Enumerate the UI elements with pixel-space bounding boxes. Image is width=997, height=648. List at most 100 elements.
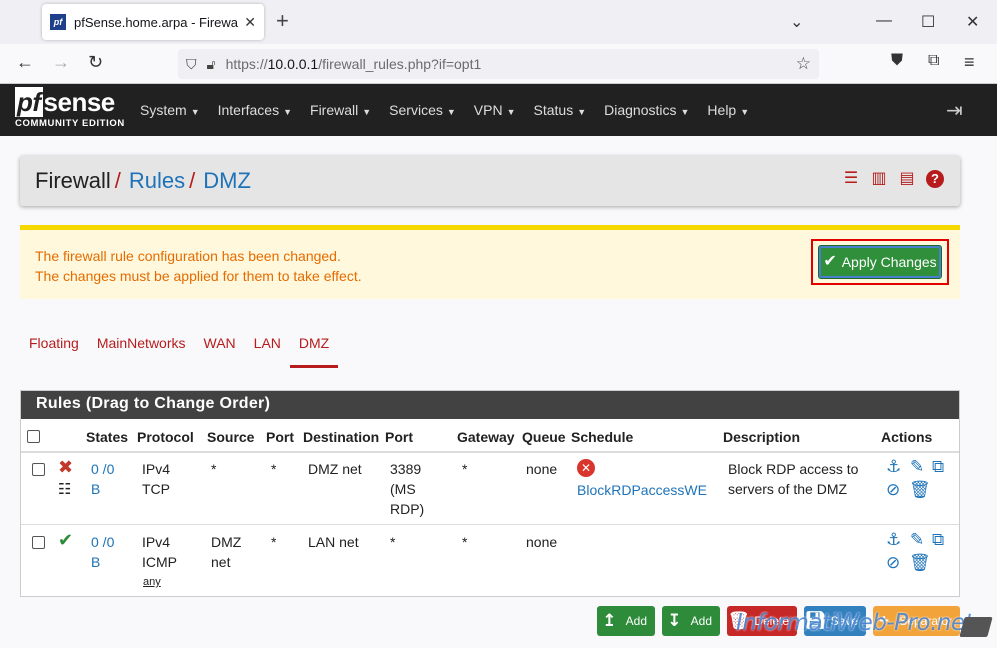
select-all-checkbox[interactable] [27, 430, 40, 443]
tab-list-chevron-icon[interactable]: ⌄ [790, 12, 803, 32]
menu-hamburger-icon[interactable]: ≡ [964, 52, 975, 73]
url-prefix: https:// [225, 56, 268, 72]
pencil-icon[interactable]: ✎ [910, 457, 924, 477]
menu-system[interactable]: System ▼ [140, 102, 200, 118]
row-2-queue: none [526, 534, 558, 550]
tab-wan[interactable]: WAN [195, 330, 245, 368]
col-source-port[interactable]: Port [266, 429, 294, 445]
row-1-dest-port-alias-2: RDP) [390, 501, 425, 517]
menu-diagnostics[interactable]: Diagnostics ▼ [604, 102, 689, 118]
row-1-checkbox[interactable] [32, 463, 45, 476]
menu-firewall[interactable]: Firewall ▼ [310, 102, 371, 118]
menu-services[interactable]: Services ▼ [389, 102, 456, 118]
col-protocol[interactable]: Protocol [137, 429, 194, 445]
block-x-icon[interactable]: ✖ [58, 457, 73, 477]
row-1-description-2: servers of the DMZ [728, 481, 848, 497]
row-2-states-bytes[interactable]: B [91, 552, 100, 572]
help-icon[interactable]: ? [926, 170, 944, 188]
row-2-dest-port: * [390, 534, 396, 550]
main-menu: System ▼ Interfaces ▼ Firewall ▼ Services ▼ … [140, 84, 767, 136]
apply-changes-button[interactable]: ✔ Apply Changes [818, 245, 942, 279]
row-1-source: * [211, 461, 217, 477]
log-list-icon: ☷ [58, 481, 72, 498]
menu-interfaces[interactable]: Interfaces ▼ [218, 102, 292, 118]
menu-status[interactable]: Status ▼ [534, 102, 587, 118]
menu-help[interactable]: Help ▼ [707, 102, 749, 118]
row-2-states[interactable]: 0 /0 [91, 532, 114, 552]
menu-vpn[interactable]: VPN ▼ [474, 102, 516, 118]
bookmark-star-icon[interactable]: ☆ [796, 54, 811, 74]
row-2-gateway: * [462, 534, 468, 550]
url-path: /firewall_rules.php?if=opt1 [318, 56, 482, 72]
config-changed-alert: The firewall rule configuration has been… [20, 225, 960, 299]
col-destination[interactable]: Destination [303, 429, 379, 445]
row-2-source-port: * [271, 534, 277, 550]
apply-highlight: ✔ Apply Changes [811, 239, 949, 285]
col-source[interactable]: Source [207, 429, 254, 445]
pencil-icon[interactable]: ✎ [910, 530, 924, 550]
anchor-icon[interactable]: ⚓ [886, 530, 901, 550]
row-1-dest-port-alias: (MS [390, 481, 416, 497]
pfsense-navbar: pf sense COMMUNITY EDITION System ▼ Interf… [0, 84, 997, 136]
pfsense-logo[interactable]: pf sense COMMUNITY EDITION [15, 87, 125, 129]
tab-lan[interactable]: LAN [245, 330, 290, 368]
shield-icon[interactable]: ⛉ [186, 56, 197, 73]
copy-icon[interactable]: ⧉ [932, 530, 944, 550]
bar-chart-icon[interactable]: ▥ [870, 170, 888, 188]
row-1-destination: DMZ net [308, 461, 362, 477]
add-top-button[interactable]: ↥ Add [597, 606, 655, 636]
back-arrow-icon[interactable]: ← [16, 52, 34, 73]
col-description[interactable]: Description [723, 429, 800, 445]
browser-tab[interactable]: pf pfSense.home.arpa - Firewall: R ✕ [42, 4, 264, 40]
extensions-icon[interactable]: ⧉ [928, 52, 939, 70]
tab-mainnetworks[interactable]: MainNetworks [88, 330, 195, 368]
list-icon[interactable]: ▤ [898, 170, 916, 188]
url-bar[interactable]: ⛉ 🔓︎ https://10.0.0.1/firewall_rules.php… [178, 49, 819, 79]
tab-close-icon[interactable]: ✕ [244, 14, 256, 31]
breadcrumb-rules-link[interactable]: Rules [129, 168, 185, 194]
forward-arrow-icon[interactable]: → [52, 52, 70, 73]
sliders-icon[interactable]: ☰ [842, 170, 860, 188]
browser-tabstrip: pf pfSense.home.arpa - Firewall: R ✕ + ⌄… [0, 0, 997, 44]
row-1-queue: none [526, 461, 558, 477]
anchor-icon[interactable]: ⚓ [886, 457, 901, 477]
row-2-source-2: net [211, 554, 231, 570]
trash-icon[interactable]: 🗑︎ [909, 480, 931, 500]
tab-dmz[interactable]: DMZ [289, 330, 339, 368]
pocket-icon[interactable]: ⛊ [891, 52, 903, 70]
row-2-checkbox[interactable] [32, 536, 45, 549]
breadcrumb-dmz-link[interactable]: DMZ [203, 168, 251, 194]
row-2-destination: LAN net [308, 534, 359, 550]
col-gateway[interactable]: Gateway [457, 429, 515, 445]
col-schedule[interactable]: Schedule [571, 429, 633, 445]
col-dest-port[interactable]: Port [385, 429, 413, 445]
logo-subtitle: COMMUNITY EDITION [15, 118, 125, 129]
copy-icon[interactable]: ⧉ [932, 457, 944, 477]
col-queue[interactable]: Queue [522, 429, 566, 445]
col-states[interactable]: States [86, 429, 128, 445]
minimize-icon[interactable]: — [876, 12, 892, 30]
pass-check-icon[interactable]: ✔ [58, 530, 73, 550]
row-1-states[interactable]: 0 /0 [91, 459, 114, 479]
add-bottom-button[interactable]: ↧ Add [662, 606, 720, 636]
schedule-inactive-icon: ✕ [577, 459, 595, 477]
row-1-states-bytes[interactable]: B [91, 479, 100, 499]
trash-icon[interactable]: 🗑︎ [909, 553, 931, 573]
window-close-icon[interactable]: ✕ [966, 12, 979, 32]
logout-icon[interactable]: ⇥ [946, 98, 963, 123]
row-2-source: DMZ [211, 534, 242, 550]
lock-icon[interactable]: 🔓︎ [207, 56, 216, 73]
watermark: InformatiWeb-Pro.net [736, 610, 974, 636]
disable-icon[interactable]: ⊘ [886, 553, 900, 573]
alert-line-1: The firewall rule configuration has been… [35, 248, 341, 264]
row-2-icmp-type[interactable]: any [143, 572, 161, 592]
tab-floating[interactable]: Floating [20, 330, 88, 368]
rules-panel: Rules (Drag to Change Order) States Prot… [20, 390, 960, 597]
row-1-schedule-link[interactable]: BlockRDPaccessWE [577, 480, 707, 500]
maximize-icon[interactable]: ☐ [921, 12, 935, 32]
new-tab-icon[interactable]: + [276, 10, 289, 32]
reload-icon[interactable]: ↻ [88, 52, 103, 73]
disable-icon[interactable]: ⊘ [886, 480, 900, 500]
url-host: 10.0.0.1 [267, 56, 319, 72]
row-1-protocol-type: TCP [142, 481, 170, 497]
